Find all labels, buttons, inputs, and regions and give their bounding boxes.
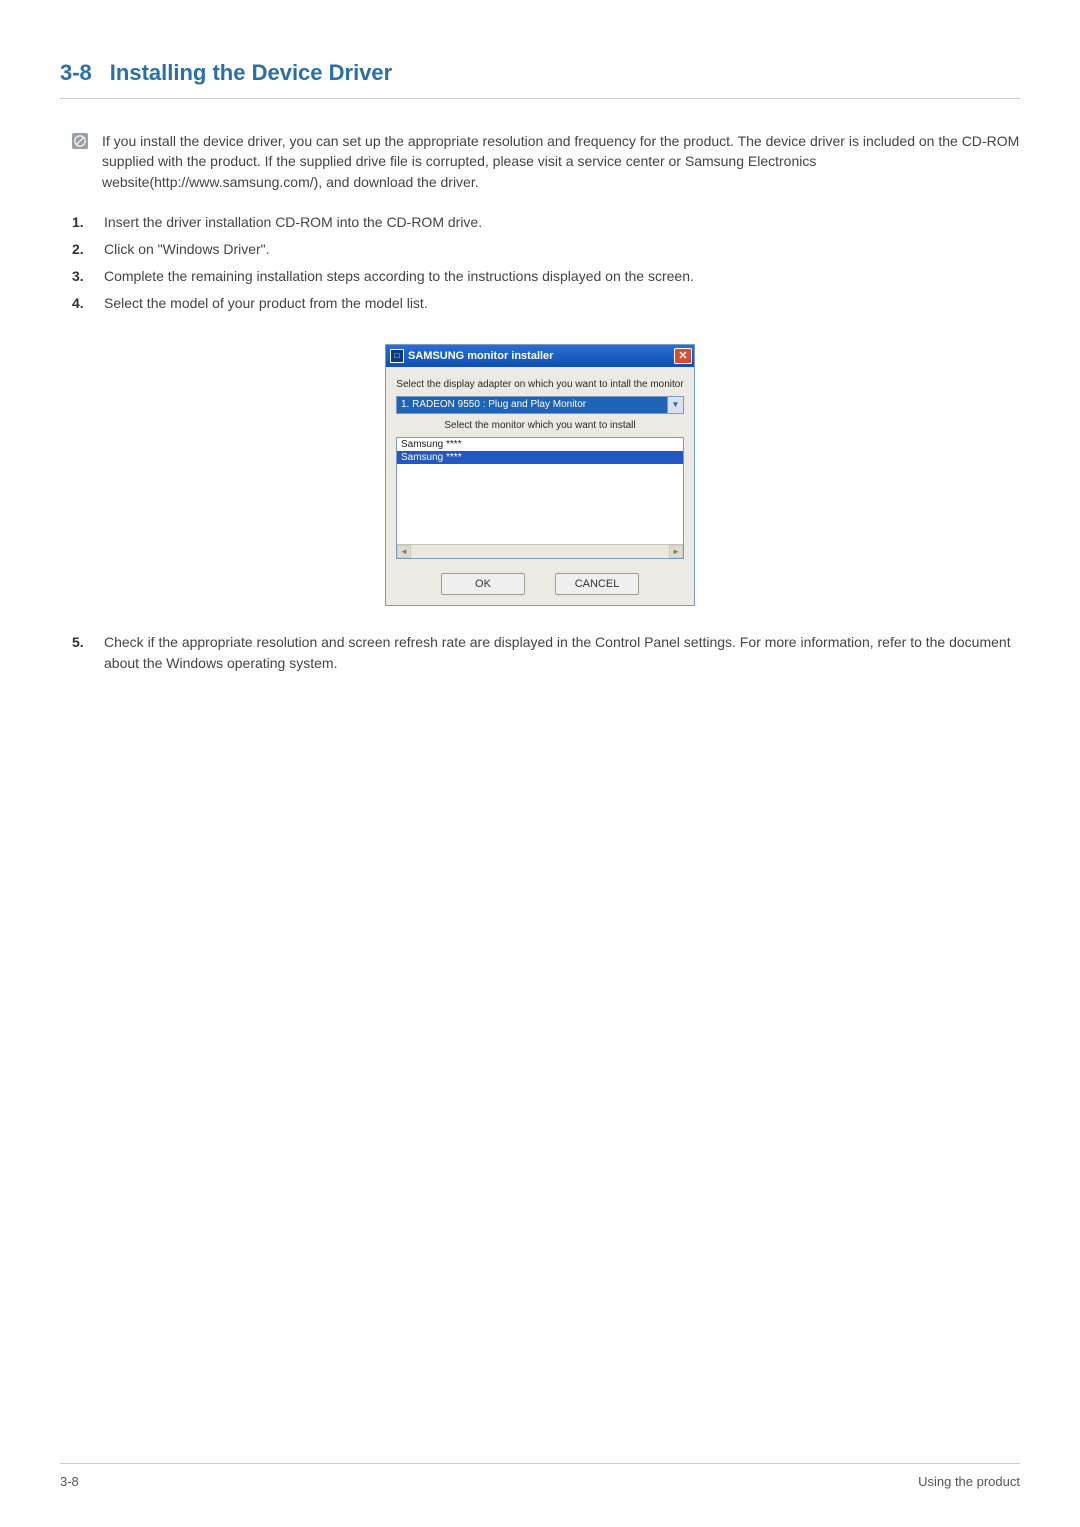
scroll-right-icon[interactable]: ►	[669, 545, 683, 558]
footer-chapter-name: Using the product	[918, 1474, 1020, 1489]
adapter-dropdown[interactable]: 1. RADEON 9550 : Plug and Play Monitor ▼	[396, 396, 684, 414]
step-num: 2.	[72, 239, 92, 260]
installer-dialog: □ SAMSUNG monitor installer ✕ Select the…	[385, 344, 695, 606]
app-icon: □	[390, 349, 404, 363]
list-item[interactable]: Samsung ****	[397, 438, 683, 451]
step-text: Select the model of your product from th…	[104, 293, 428, 314]
note-block: If you install the device driver, you ca…	[72, 131, 1020, 192]
note-text: If you install the device driver, you ca…	[102, 131, 1020, 192]
scroll-left-icon[interactable]: ◄	[397, 545, 411, 558]
step-5: 5. Check if the appropriate resolution an…	[72, 632, 1020, 674]
ok-button[interactable]: OK	[441, 573, 525, 595]
steps-list: 1. Insert the driver installation CD-ROM …	[72, 212, 1020, 314]
step-num: 1.	[72, 212, 92, 233]
step-text: Check if the appropriate resolution and …	[104, 632, 1020, 674]
step-3: 3. Complete the remaining installation st…	[72, 266, 1020, 287]
page-footer: 3-8 Using the product	[60, 1463, 1020, 1489]
step-1: 1. Insert the driver installation CD-ROM …	[72, 212, 1020, 233]
step-2: 2. Click on "Windows Driver".	[72, 239, 1020, 260]
dialog-title: SAMSUNG monitor installer	[408, 350, 553, 362]
step-num: 4.	[72, 293, 92, 314]
footer-section-number: 3-8	[60, 1474, 79, 1489]
chevron-down-icon[interactable]: ▼	[667, 397, 683, 413]
heading-title: Installing the Device Driver	[110, 60, 392, 85]
close-icon[interactable]: ✕	[674, 348, 692, 364]
step-4: 4. Select the model of your product from …	[72, 293, 1020, 314]
step-text: Click on "Windows Driver".	[104, 239, 270, 260]
monitor-listbox[interactable]: Samsung **** Samsung **** ◄ ►	[396, 437, 684, 559]
horizontal-scrollbar[interactable]: ◄ ►	[397, 544, 683, 558]
monitor-label: Select the monitor which you want to ins…	[396, 420, 684, 431]
cancel-button[interactable]: CANCEL	[555, 573, 639, 595]
dialog-titlebar[interactable]: □ SAMSUNG monitor installer ✕	[386, 345, 694, 367]
step-num: 3.	[72, 266, 92, 287]
adapter-value: 1. RADEON 9550 : Plug and Play Monitor	[397, 397, 667, 413]
adapter-label: Select the display adapter on which you …	[396, 379, 684, 390]
info-icon	[72, 133, 88, 149]
steps-list-continued: 5. Check if the appropriate resolution an…	[72, 632, 1020, 674]
step-text: Insert the driver installation CD-ROM in…	[104, 212, 482, 233]
heading-number: 3-8	[60, 60, 92, 85]
section-heading: 3-8 Installing the Device Driver	[60, 60, 1020, 99]
step-text: Complete the remaining installation step…	[104, 266, 694, 287]
step-num: 5.	[72, 632, 92, 674]
list-item[interactable]: Samsung ****	[397, 451, 683, 464]
